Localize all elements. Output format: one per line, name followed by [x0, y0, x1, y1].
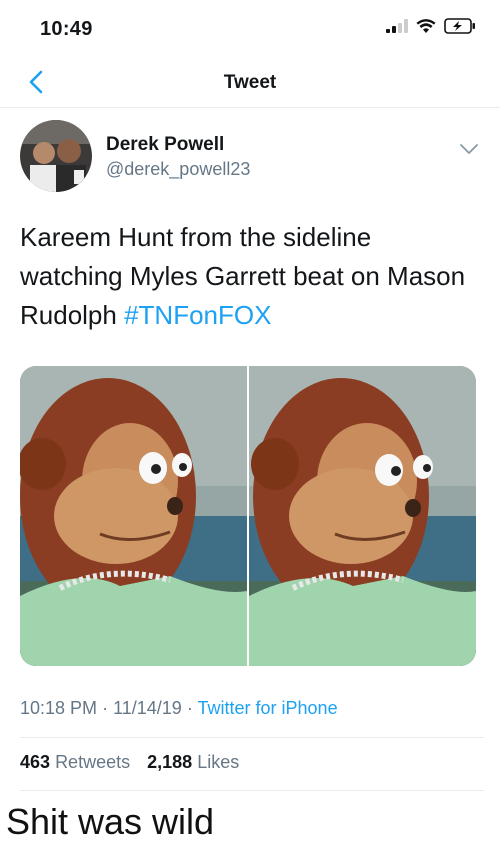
- hashtag-link[interactable]: #TNFonFOX: [124, 300, 271, 330]
- tweet-meta: 10:18 PM · 11/14/19 · Twitter for iPhone: [20, 698, 338, 719]
- divider: [20, 737, 484, 738]
- nav-header: Tweet: [0, 58, 500, 108]
- likes-count: 2,188: [147, 752, 193, 772]
- tweet-stats: 463 Retweets 2,188 Likes: [20, 752, 251, 773]
- retweets-label: Retweets: [55, 752, 131, 772]
- tweet-time: 10:18 PM: [20, 698, 98, 718]
- author-name[interactable]: Derek Powell: [106, 134, 224, 156]
- divider: [20, 790, 484, 791]
- likes-stat[interactable]: 2,188 Likes: [147, 752, 239, 772]
- tweet-author: Derek Powell @derek_powell23: [20, 120, 484, 192]
- page-title: Tweet: [223, 72, 277, 93]
- puppet-image-right[interactable]: [249, 366, 476, 666]
- tweet-text: Kareem Hunt from the sideline watching M…: [20, 218, 475, 335]
- avatar-image: [20, 120, 92, 192]
- cellular-signal-icon: [386, 19, 408, 33]
- status-icons: [386, 18, 476, 34]
- retweets-stat[interactable]: 463 Retweets: [20, 752, 130, 772]
- tweet-media: [20, 366, 476, 666]
- status-time: 10:49: [40, 18, 93, 40]
- tweet-source-link[interactable]: Twitter for iPhone: [198, 698, 338, 718]
- retweets-count: 463: [20, 752, 51, 772]
- author-handle[interactable]: @derek_powell23: [106, 159, 250, 180]
- avatar[interactable]: [20, 120, 92, 192]
- chevron-down-icon[interactable]: [458, 138, 480, 160]
- puppet-illustration-right: [249, 366, 476, 666]
- tweet-date: 11/14/19: [113, 698, 182, 718]
- status-bar: 10:49: [0, 0, 500, 58]
- puppet-illustration-left: [20, 366, 247, 666]
- likes-label: Likes: [197, 752, 240, 772]
- battery-charging-icon: [444, 18, 475, 34]
- meta-separator: ·: [102, 698, 109, 718]
- meme-caption: Shit was wild: [6, 801, 215, 842]
- wifi-icon: [416, 18, 436, 33]
- puppet-image-left[interactable]: [20, 366, 247, 666]
- meta-separator: ·: [186, 698, 193, 718]
